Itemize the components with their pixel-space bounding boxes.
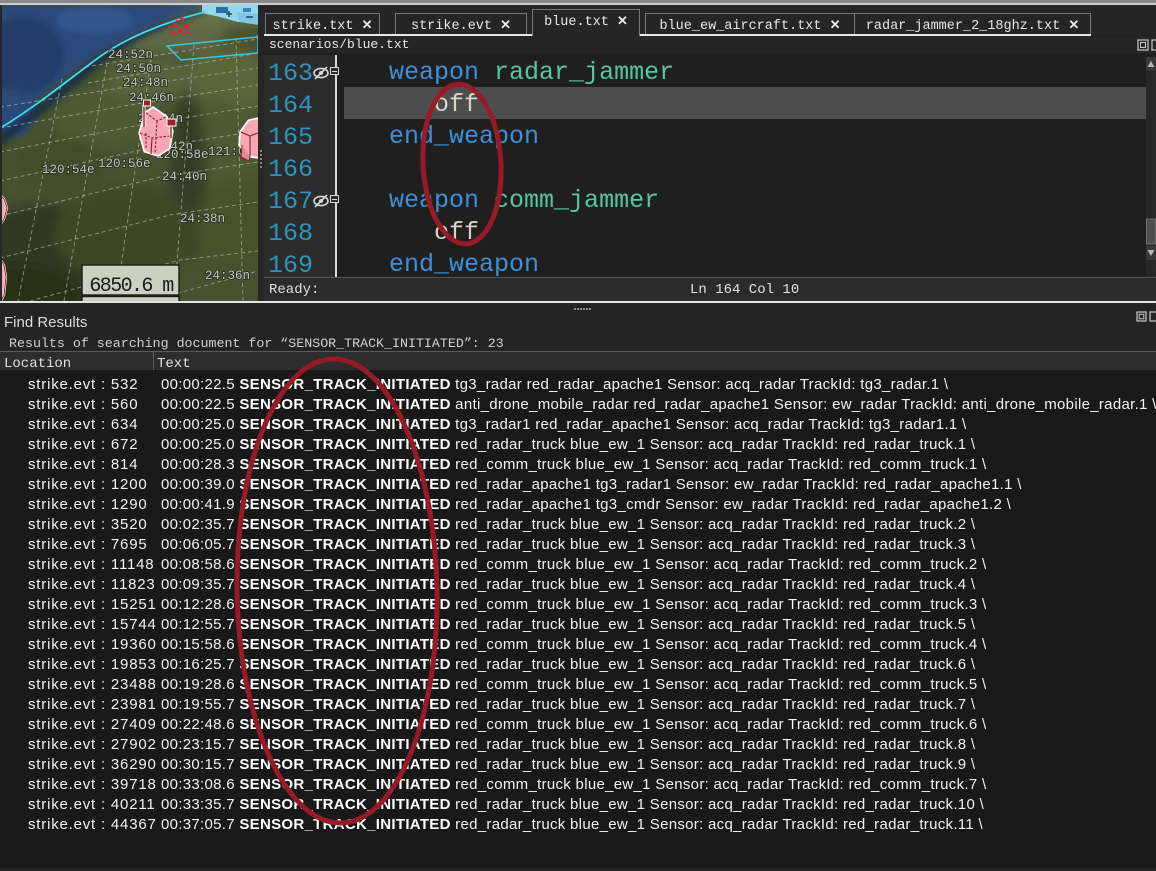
svg-text:24:52n: 24:52n: [108, 48, 153, 62]
svg-text:24:46n: 24:46n: [129, 91, 174, 105]
svg-text:24:36n: 24:36n: [205, 269, 250, 283]
svg-text:24:50n: 24:50n: [116, 62, 161, 76]
svg-text:24:40n: 24:40n: [162, 170, 207, 184]
svg-text:120:56e: 120:56e: [98, 157, 151, 171]
svg-text:6850.6 m: 6850.6 m: [89, 275, 173, 298]
svg-text:24:38n: 24:38n: [180, 212, 225, 226]
svg-text:24:48n: 24:48n: [123, 76, 168, 90]
svg-text:120:54e: 120:54e: [42, 163, 95, 177]
